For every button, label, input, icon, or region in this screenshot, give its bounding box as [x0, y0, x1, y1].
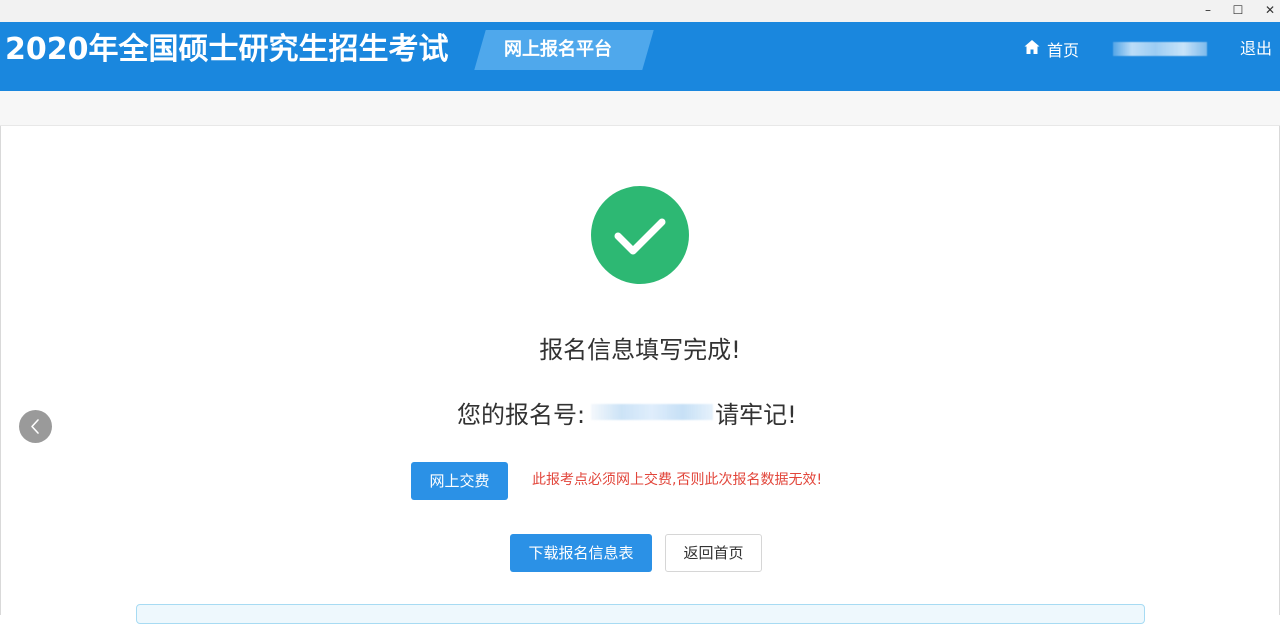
user-name-redacted [1113, 42, 1207, 56]
registration-number-suffix: 请牢记! [715, 400, 797, 429]
minimize-button[interactable]: – [1192, 0, 1224, 22]
breadcrumb-bar [0, 91, 1280, 126]
return-home-button[interactable]: 返回首页 [665, 534, 762, 572]
check-circle-icon [591, 186, 689, 284]
previous-page-button[interactable] [19, 410, 52, 443]
window-titlebar: – ☐ ✕ [0, 0, 1280, 22]
registration-number-redacted [591, 404, 714, 420]
registration-number-prefix: 您的报名号: [457, 400, 586, 429]
platform-tag-label: 网上报名平台 [504, 39, 612, 60]
site-title: 2020年全国硕士研究生招生考试 [5, 32, 449, 67]
info-notice-box [136, 604, 1145, 624]
nav-home-link[interactable]: 首页 [1023, 36, 1079, 62]
registration-number-line: 您的报名号: 请牢记! [457, 392, 797, 432]
success-message: 报名信息填写完成! [539, 336, 741, 364]
online-payment-button[interactable]: 网上交费 [411, 462, 508, 500]
maximize-button[interactable]: ☐ [1222, 0, 1254, 22]
nav-home-label: 首页 [1047, 41, 1080, 60]
logout-link[interactable]: 退出 [1240, 36, 1272, 62]
home-icon [1023, 38, 1041, 60]
close-window-button[interactable]: ✕ [1254, 0, 1280, 22]
download-form-button[interactable]: 下载报名信息表 [510, 534, 652, 572]
payment-warning-text: 此报考点必须网上交费,否则此次报名数据无效! [532, 472, 823, 488]
content-left-border [0, 126, 1, 615]
chevron-left-icon [19, 419, 52, 447]
site-header: 2020年全国硕士研究生招生考试 网上报名平台 首页 退出 [0, 22, 1280, 91]
